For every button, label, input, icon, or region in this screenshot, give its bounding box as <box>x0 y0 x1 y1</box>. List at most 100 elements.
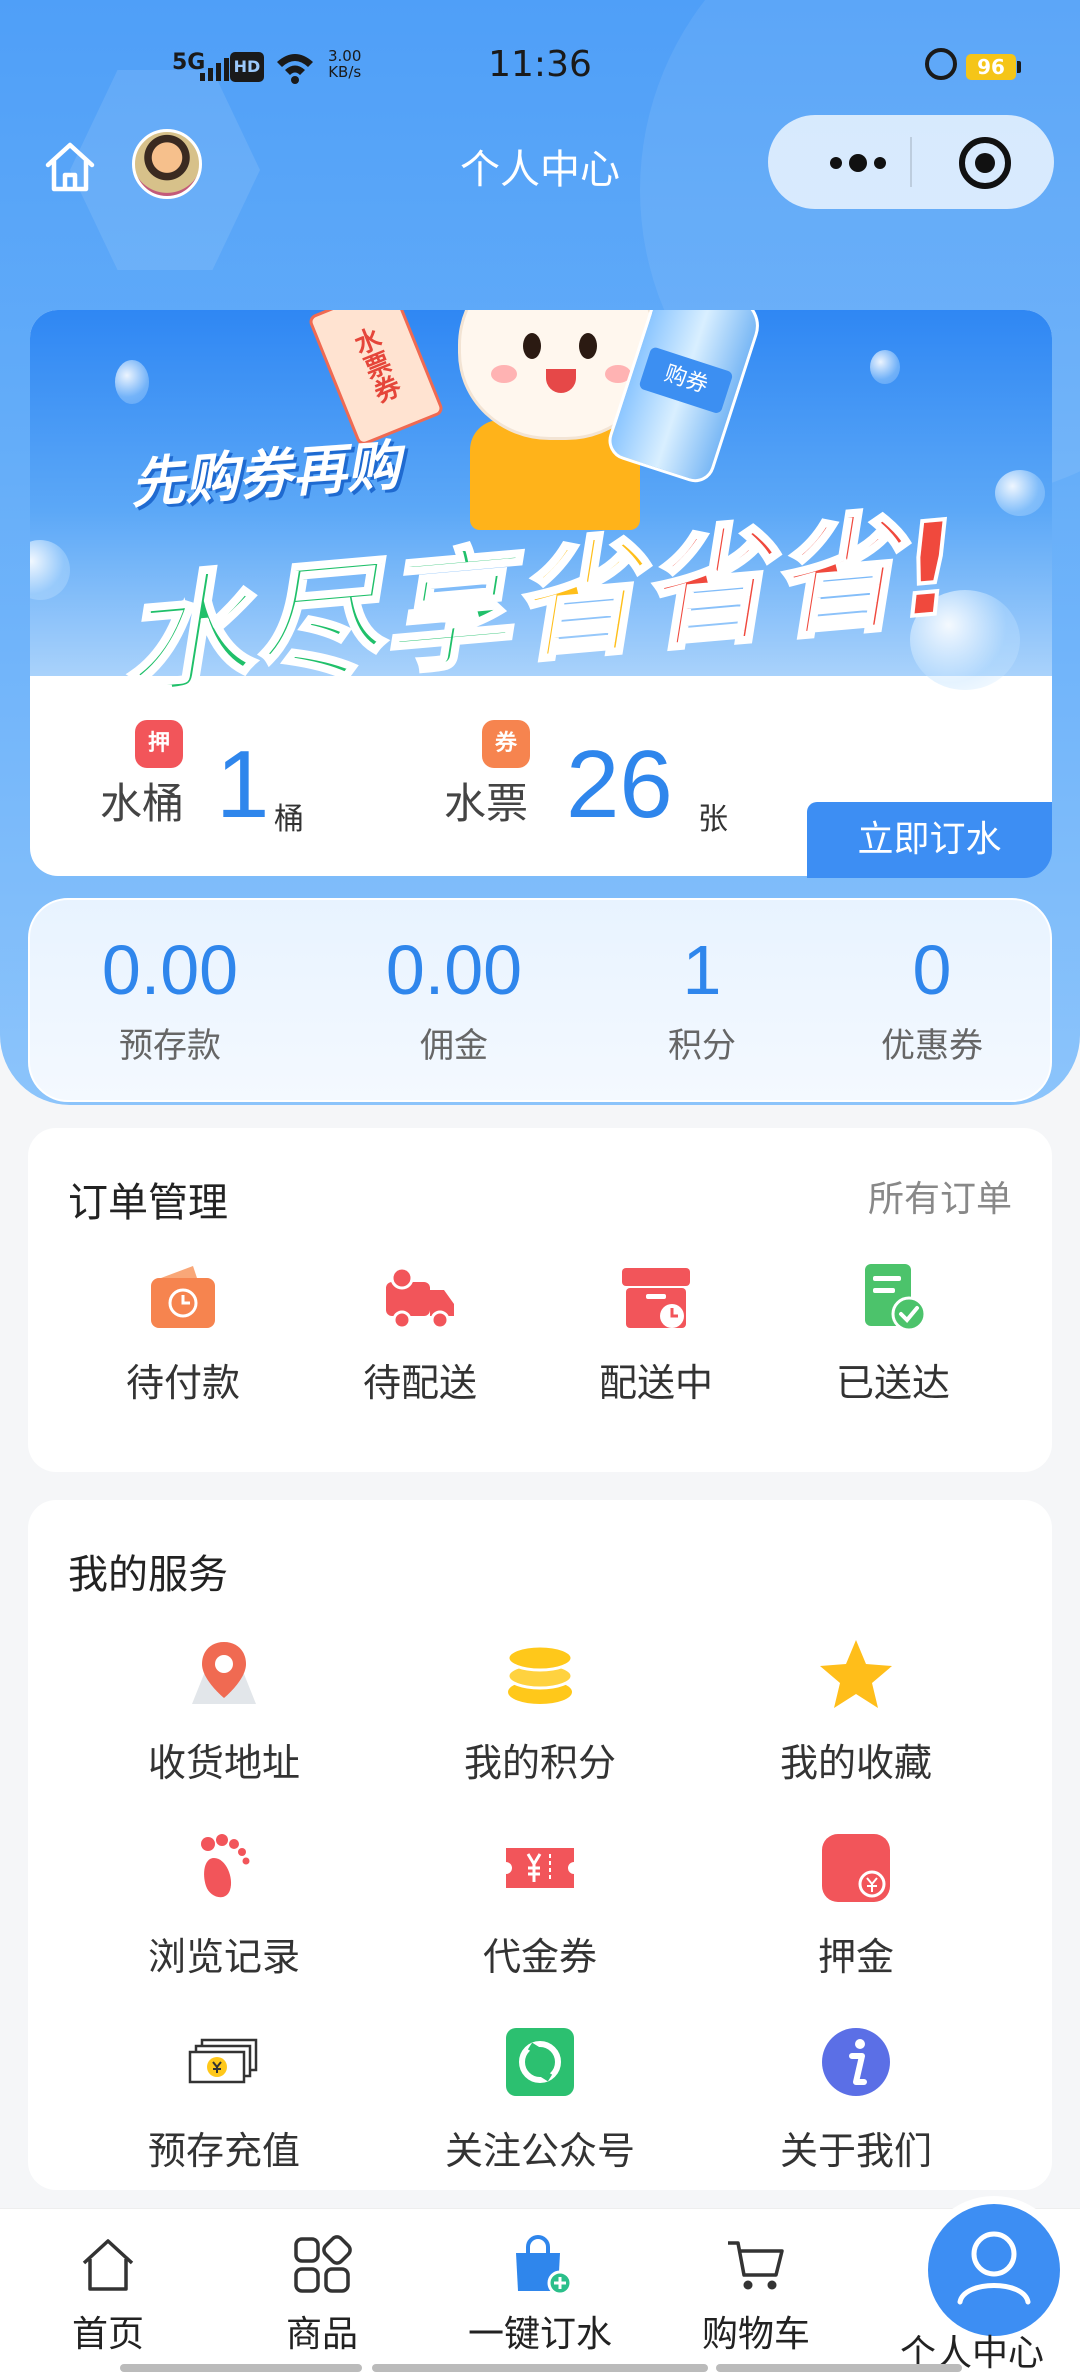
ticket-unit: 张 <box>698 802 728 837</box>
star-icon <box>820 1640 892 1708</box>
home-indicator-segment <box>120 2364 362 2372</box>
slogan-part: 省 <box>503 520 650 684</box>
service-points[interactable]: 我的积分 <box>380 1634 700 1787</box>
balance-label: 优惠券 <box>881 1026 983 1066</box>
balance-value: 0.00 <box>101 931 239 1009</box>
promo-banner[interactable]: 水票券 购券 先购券再购 水尽享省省省! <box>30 310 1052 717</box>
service-label: 代金券 <box>482 1935 597 1979</box>
order-water-button[interactable]: 立即订水 <box>807 802 1052 878</box>
water-drop <box>30 540 70 600</box>
ticket-count: 26 <box>566 731 673 838</box>
document-check-icon <box>865 1264 927 1332</box>
service-about-us[interactable]: 关于我们 <box>696 2022 1016 2175</box>
order-in-delivery[interactable]: 配送中 <box>556 1258 756 1407</box>
order-pending-delivery[interactable]: 待配送 <box>320 1258 520 1407</box>
water-drop <box>870 350 900 384</box>
water-drop <box>115 360 149 404</box>
water-drop <box>995 470 1045 516</box>
delivery-truck-icon <box>386 1266 454 1330</box>
shopping-bag-plus-icon <box>516 2235 573 2296</box>
user-icon <box>957 2231 1031 2305</box>
service-label: 关注公众号 <box>444 2129 635 2173</box>
tab-home[interactable]: 首页 <box>8 2233 208 2357</box>
balance-value: 0 <box>912 931 952 1009</box>
more-icon[interactable] <box>808 133 908 193</box>
home-indicator-segment <box>372 2364 708 2372</box>
slogan-part: 省省! <box>632 492 968 672</box>
service-address[interactable]: 收货地址 <box>64 1634 384 1787</box>
bottle-label: 购券 <box>638 346 734 415</box>
bucket-unit: 桶 <box>274 802 304 837</box>
order-delivered[interactable]: 已送达 <box>793 1258 993 1407</box>
info-icon <box>822 2028 890 2096</box>
ticket-label: 水票 <box>444 779 529 828</box>
balance-coupons[interactable]: 0 优惠券 <box>812 930 1052 1067</box>
service-follow-official[interactable]: 关注公众号 <box>380 2022 700 2175</box>
deposit-icon <box>822 1834 890 1902</box>
tab-profile-highlight <box>928 2204 1060 2336</box>
wallet-clock-icon <box>151 1266 215 1328</box>
order-status-label: 待付款 <box>125 1361 240 1405</box>
bucket-count: 1 <box>216 731 270 838</box>
order-management-card: 订单管理 所有订单 待付款 待配送 配送中 已送达 <box>28 1128 1052 1472</box>
grid-icon <box>294 2235 352 2293</box>
tab-products[interactable]: 商品 <box>222 2233 422 2357</box>
service-label: 关于我们 <box>779 2129 932 2173</box>
tab-label: 商品 <box>285 2314 358 2355</box>
banner-card: 水票券 购券 先购券再购 水尽享省省省! 押 水桶 1 桶 券 水票 26 张 <box>30 310 1052 876</box>
battery-icon: 96 <box>966 54 1016 80</box>
home-icon <box>82 2239 134 2291</box>
close-miniprogram-icon[interactable] <box>959 137 1011 189</box>
my-services-card: 我的服务 收货地址 我的积分 我的收藏 浏览记录 代金券 押金 预存充值 关注公… <box>28 1500 1052 2190</box>
all-orders-link[interactable]: 所有订单 <box>868 1170 1012 1222</box>
service-label: 收货地址 <box>147 1741 300 1785</box>
nav-bar: 个人中心 <box>0 115 1080 215</box>
service-label: 浏览记录 <box>147 1935 300 1979</box>
home-indicator-segment <box>716 2364 962 2372</box>
service-vouchers[interactable]: 代金券 <box>380 1828 700 1981</box>
coins-icon <box>506 1644 574 1704</box>
box-clock-icon <box>622 1268 690 1328</box>
tab-cart[interactable]: 购物车 <box>656 2233 856 2357</box>
capsule-divider <box>910 137 912 187</box>
alarm-icon <box>925 48 957 80</box>
tab-label: 购物车 <box>701 2314 810 2355</box>
balance-card: 0.00 预存款 0.00 佣金 1 积分 0 优惠券 <box>28 898 1052 1102</box>
balance-label: 积分 <box>668 1026 736 1066</box>
tab-label: 一键订水 <box>467 2314 612 2355</box>
clock: 11:36 <box>488 44 592 85</box>
battery-tip <box>1017 61 1021 73</box>
coupon-icon: 券 <box>482 720 530 768</box>
miniprogram-capsule <box>768 115 1054 209</box>
status-bar: 5G HD 3.00 KB/s 11:36 96 <box>0 40 1080 96</box>
order-status-label: 待配送 <box>362 1361 477 1405</box>
service-history[interactable]: 浏览记录 <box>64 1828 384 1981</box>
service-label: 我的收藏 <box>779 1741 932 1785</box>
balance-value: 0.00 <box>385 931 523 1009</box>
balance-points[interactable]: 1 积分 <box>582 930 822 1067</box>
location-pin-icon <box>192 1642 256 1704</box>
balance-label: 佣金 <box>420 1026 488 1066</box>
service-deposit[interactable]: 押金 <box>696 1828 1016 1981</box>
my-services-title: 我的服务 <box>68 1552 228 1598</box>
service-label: 我的积分 <box>463 1741 616 1785</box>
order-pending-payment[interactable]: 待付款 <box>83 1258 283 1407</box>
order-management-title: 订单管理 <box>68 1180 228 1226</box>
cash-stack-icon <box>188 2038 258 2084</box>
tab-quick-order[interactable]: 一键订水 <box>440 2233 640 2357</box>
service-label: 押金 <box>817 1935 894 1979</box>
wechat-official-icon <box>506 2028 574 2096</box>
tab-label: 首页 <box>71 2314 144 2355</box>
footprint-icon <box>201 1834 250 1898</box>
bucket-label: 水桶 <box>100 779 185 828</box>
cart-icon <box>728 2241 784 2290</box>
balance-prepaid[interactable]: 0.00 预存款 <box>50 930 290 1067</box>
voucher-icon <box>506 1848 574 1888</box>
banner-slogan-small: 先购券再购 <box>128 433 403 516</box>
balance-value: 1 <box>682 931 722 1009</box>
balance-commission[interactable]: 0.00 佣金 <box>334 930 574 1067</box>
service-favorites[interactable]: 我的收藏 <box>696 1634 1016 1787</box>
order-status-label: 已送达 <box>835 1361 950 1405</box>
service-label: 预存充值 <box>147 2129 300 2173</box>
service-prepaid-recharge[interactable]: 预存充值 <box>64 2022 384 2175</box>
